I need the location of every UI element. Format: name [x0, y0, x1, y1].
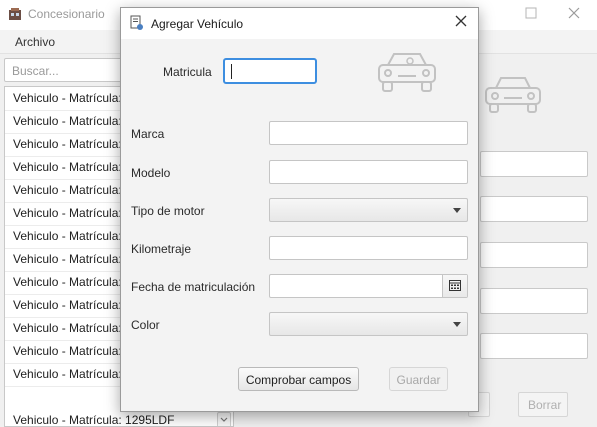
scroll-down-button[interactable] [217, 412, 231, 426]
text-caret [231, 64, 232, 79]
detail-field[interactable] [480, 196, 588, 222]
label-color: Color [131, 318, 160, 332]
search-input[interactable]: Buscar... [4, 58, 124, 82]
detail-field[interactable] [480, 151, 588, 177]
fecha-input[interactable] [269, 274, 468, 298]
tipo-motor-select[interactable] [269, 198, 468, 222]
car-icon [482, 74, 544, 116]
menu-archivo[interactable]: Archivo [15, 35, 55, 49]
dialog-title: Agregar Vehículo [151, 17, 244, 31]
save-button[interactable]: Guardar [389, 367, 448, 391]
calendar-icon [449, 280, 461, 291]
label-tipo-motor: Tipo de motor [131, 204, 205, 218]
label-kilometraje: Kilometraje [131, 242, 192, 256]
marca-input[interactable] [269, 121, 468, 145]
chevron-down-icon [453, 322, 461, 327]
kilometraje-input[interactable] [269, 236, 468, 260]
label-modelo: Modelo [131, 166, 171, 180]
detail-field[interactable] [480, 288, 588, 314]
detail-field[interactable] [480, 242, 588, 268]
delete-button[interactable]: Borrar [518, 392, 568, 417]
search-placeholder: Buscar... [12, 64, 59, 78]
close-icon[interactable] [455, 14, 467, 32]
label-matricula: Matricula [163, 65, 212, 79]
detail-field[interactable] [480, 333, 588, 359]
label-marca: Marca [131, 127, 165, 141]
chevron-down-icon [453, 208, 461, 213]
calendar-button[interactable] [442, 275, 467, 297]
maximize-icon[interactable] [525, 6, 537, 22]
car-icon [376, 49, 438, 95]
add-vehicle-dialog: Agregar Vehículo Matricula Marca Modelo … [120, 7, 479, 412]
matricula-input[interactable] [223, 58, 317, 84]
car-dealer-icon [8, 7, 22, 21]
color-select[interactable] [269, 312, 468, 336]
check-fields-button[interactable]: Comprobar campos [238, 367, 359, 391]
label-fecha: Fecha de matriculación [131, 280, 256, 294]
window-title: Concesionario [28, 7, 105, 21]
modelo-input[interactable] [269, 160, 468, 184]
window-close-icon[interactable] [568, 6, 580, 22]
document-car-icon [130, 15, 144, 31]
